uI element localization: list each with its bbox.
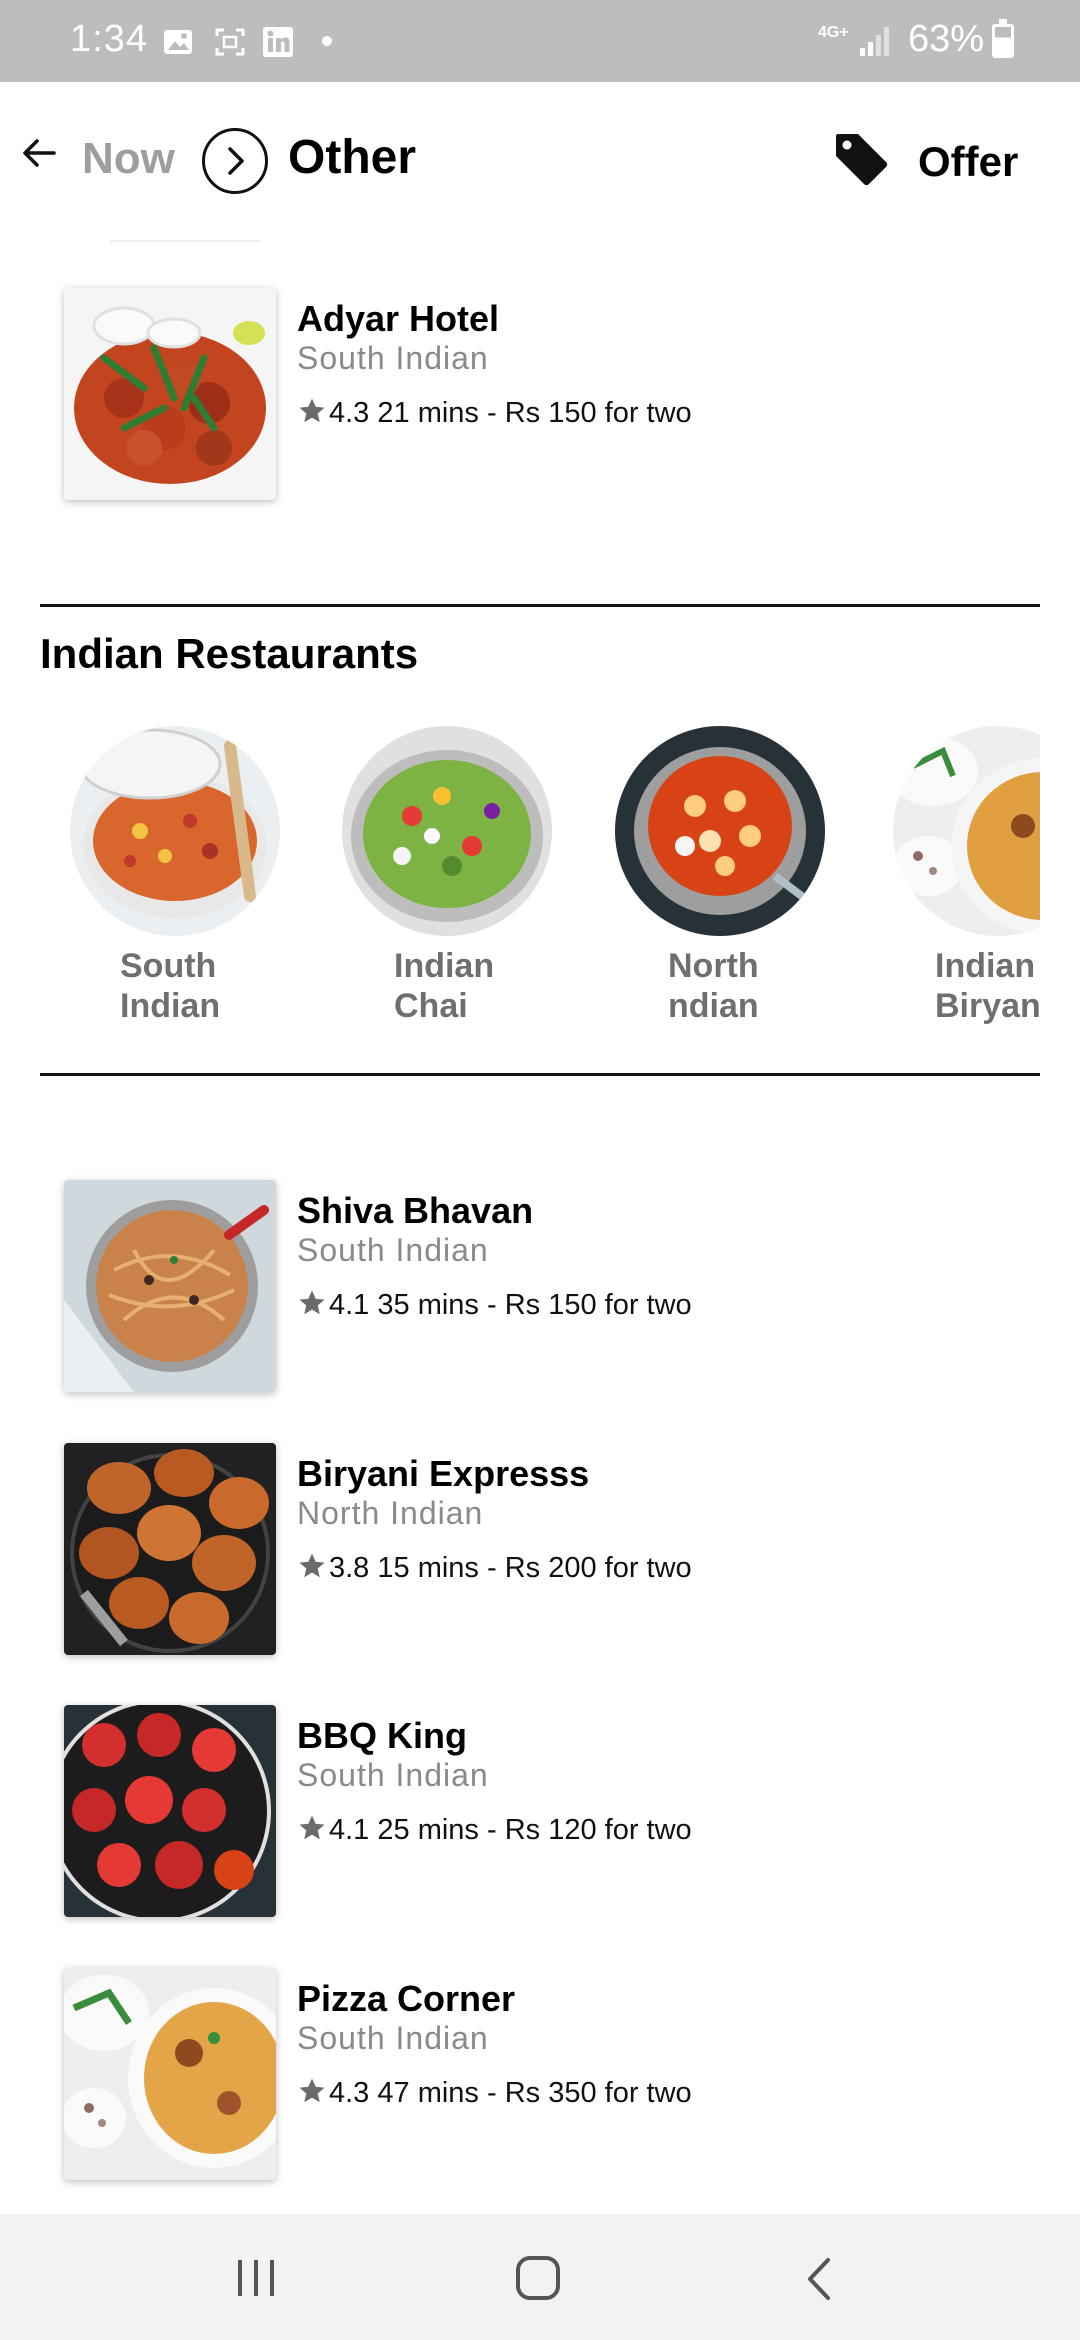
tag-icon[interactable] [832,130,890,188]
status-time: 1:34 [70,18,148,60]
category-indian-biryani[interactable]: Indian Biryan [893,726,1040,1056]
gallery-icon [164,30,192,54]
delivery-info: 21 mins - Rs 150 for two [377,397,692,429]
restaurant-card-biryani-expresss[interactable]: Biryani Expresss North Indian 3.8 15 min… [0,1443,1080,1659]
star-icon [299,1290,325,1315]
food-thumbnail [64,1968,276,2180]
restaurant-cuisine: South Indian [297,1232,489,1268]
linkedin-icon [263,27,293,57]
star-icon [299,1553,325,1578]
rating-value: 3.8 [329,1552,370,1584]
recents-icon[interactable] [226,2254,286,2304]
restaurant-meta: 4.3 47 mins - Rs 350 for two [297,2076,692,2110]
star-icon [299,1815,325,1840]
offer-button[interactable]: Offer [918,138,1018,186]
category-image [893,726,1040,936]
food-thumbnail [64,288,276,500]
restaurant-name: Pizza Corner [297,1978,516,2019]
app-header: Now Other Offer [0,82,1080,230]
section-divider [40,1073,1040,1076]
restaurant-card-adyar[interactable]: Adyar Hotel South Indian 4.3 21 mins - R… [0,288,1080,504]
restaurant-card-pizza-corner[interactable]: Pizza Corner South Indian 4.3 47 mins - … [0,1968,1080,2184]
chevron-right-icon [202,128,268,194]
rating-value: 4.1 [329,1289,370,1321]
breadcrumb-now[interactable]: Now [82,134,175,184]
category-label: North ndian [668,947,759,1025]
rating-value: 4.1 [329,1814,370,1846]
star-icon [299,2078,325,2103]
food-thumbnail [64,1180,276,1392]
signal-icon [860,27,889,56]
restaurant-meta: 3.8 15 mins - Rs 200 for two [297,1551,692,1585]
restaurant-name: Shiva Bhavan [297,1190,534,1231]
restaurant-name: Biryani Expresss [297,1453,590,1494]
network-type: 4G+ [818,24,849,41]
category-label: Indian Biryan [935,947,1040,1025]
category-label: South Indian [120,947,221,1025]
restaurant-cuisine: South Indian [297,1757,489,1793]
category-label: Indian Chai [394,947,495,1025]
section-divider [40,604,1040,607]
restaurant-meta: 4.1 25 mins - Rs 120 for two [297,1813,692,1847]
battery-percent: 63% [908,18,985,60]
battery-icon [992,19,1014,58]
category-image [342,726,552,936]
faint-divider [110,240,260,242]
category-image [70,726,280,936]
restaurant-meta: 4.3 21 mins - Rs 150 for two [297,396,692,430]
category-north-indian[interactable]: North ndian [615,726,855,1056]
delivery-info: 47 mins - Rs 350 for two [377,2077,692,2109]
restaurant-cuisine: South Indian [297,2020,489,2056]
screenshot-icon [215,28,245,56]
restaurant-card-bbq-king[interactable]: BBQ King South Indian 4.1 25 mins - Rs 1… [0,1705,1080,1921]
status-bar: 1:34 4G+ 63% [0,0,1080,82]
restaurant-meta: 4.1 35 mins - Rs 150 for two [297,1288,692,1322]
category-image [615,726,825,936]
rating-value: 4.3 [329,2077,370,2109]
rating-value: 4.3 [329,397,370,429]
delivery-info: 15 mins - Rs 200 for two [377,1552,692,1584]
section-title: Indian Restaurants [40,630,419,677]
system-nav-bar [0,2214,1080,2340]
delivery-info: 25 mins - Rs 120 for two [377,1814,692,1846]
star-icon [299,398,325,423]
category-carousel[interactable]: South Indian Indian Chai North ndian Ind… [0,726,1040,1056]
back-nav-icon[interactable] [790,2254,850,2304]
restaurant-cuisine: North Indian [297,1495,484,1531]
notification-dot [322,36,332,46]
restaurant-name: Adyar Hotel [297,298,500,339]
restaurant-card-shiva-bhavan[interactable]: Shiva Bhavan South Indian 4.1 35 mins - … [0,1180,1080,1396]
restaurant-name: BBQ King [297,1715,467,1756]
breadcrumb-other[interactable]: Other [288,130,416,185]
category-indian-chai[interactable]: Indian Chai [342,726,582,1056]
food-thumbnail [64,1705,276,1917]
category-south-indian[interactable]: South Indian [70,726,310,1056]
food-thumbnail [64,1443,276,1655]
home-icon[interactable] [508,2254,568,2304]
delivery-info: 35 mins - Rs 150 for two [377,1289,692,1321]
back-arrow-icon[interactable] [18,132,60,174]
restaurant-cuisine: South Indian [297,340,489,376]
